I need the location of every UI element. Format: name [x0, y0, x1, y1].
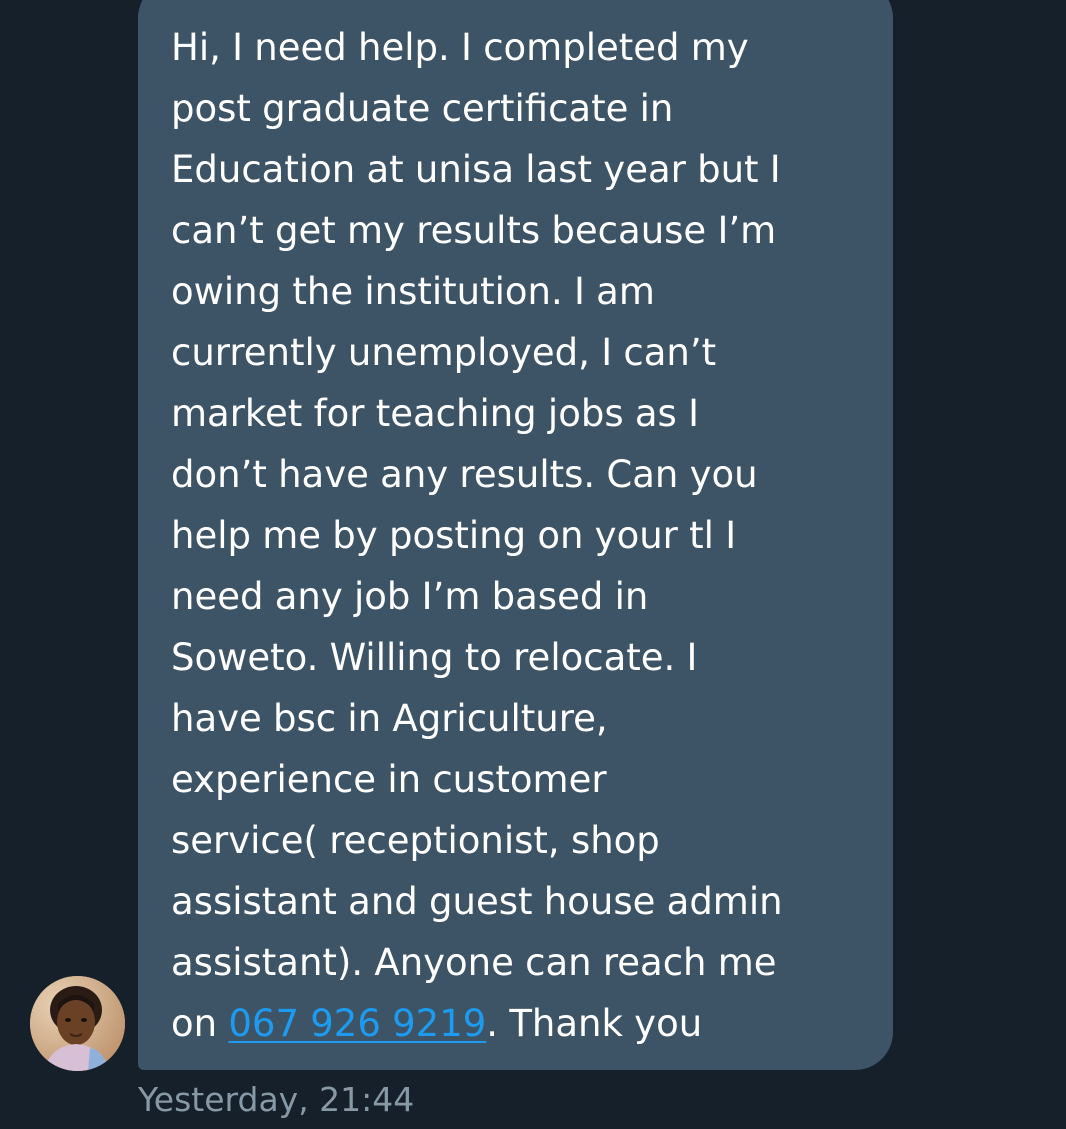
message-text: Hi, I need help. I completed my post gra…: [171, 17, 863, 1054]
phone-number-link[interactable]: 067 926 9219: [228, 1002, 486, 1045]
dm-conversation: Hi, I need help. I completed my post gra…: [0, 0, 1066, 1129]
message-bubble[interactable]: Hi, I need help. I completed my post gra…: [138, 0, 893, 1070]
message-timestamp: Yesterday, 21:44: [138, 1080, 415, 1119]
message-text-before-link: Hi, I need help. I completed my post gra…: [171, 26, 783, 1045]
profile-photo-icon: [30, 976, 125, 1071]
sender-avatar[interactable]: [30, 976, 125, 1071]
message-text-after-link: . Thank you: [486, 1002, 703, 1045]
